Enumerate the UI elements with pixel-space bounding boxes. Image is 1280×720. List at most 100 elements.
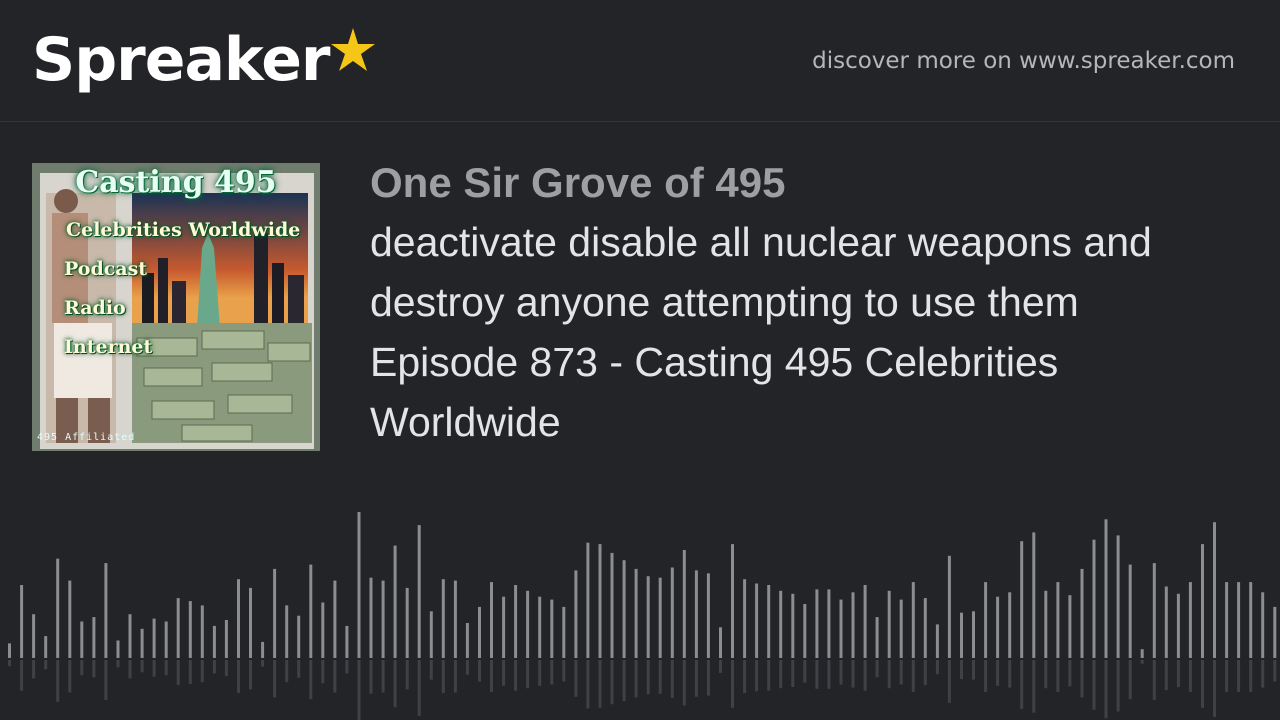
waveform-bar — [646, 576, 650, 658]
waveform-bar — [285, 605, 289, 658]
episode-info: One Sir Grove of 495 deactivate disable … — [370, 160, 1220, 452]
waveform-reflection — [490, 660, 493, 692]
waveform-reflection — [249, 660, 252, 690]
waveform-reflection — [333, 660, 337, 693]
waveform-reflection — [502, 660, 506, 686]
waveform-reflection — [984, 660, 988, 692]
waveform-bar — [417, 525, 421, 658]
waveform-reflection — [598, 660, 602, 708]
waveform-reflection — [405, 660, 409, 690]
waveform-reflection — [779, 660, 783, 689]
show-name[interactable]: One Sir Grove of 495 — [370, 160, 1220, 206]
waveform-reflection — [1116, 660, 1120, 712]
waveform-reflection — [104, 660, 108, 700]
waveform-bar — [706, 573, 710, 658]
audio-waveform[interactable] — [0, 500, 1280, 720]
waveform-reflection — [92, 660, 96, 678]
waveform-reflection — [996, 660, 1000, 686]
waveform-reflection — [574, 660, 578, 697]
waveform-reflection — [670, 660, 674, 698]
waveform-bar — [56, 558, 60, 658]
waveform-bar — [92, 617, 96, 658]
waveform-reflection — [586, 660, 590, 709]
waveform-reflection — [1056, 660, 1060, 692]
waveform-reflection — [1020, 660, 1024, 710]
cover-badge: 495 Affiliated — [37, 432, 136, 443]
waveform-bar — [610, 552, 614, 658]
waveform-reflection — [56, 660, 60, 702]
waveform-reflection — [562, 660, 566, 682]
waveform-reflection — [863, 660, 867, 691]
waveform-reflection — [152, 660, 156, 677]
waveform-bar — [188, 601, 192, 658]
waveform-reflection — [851, 660, 855, 688]
waveform-bar — [960, 612, 963, 658]
waveform-bar — [224, 620, 228, 658]
waveform-bar — [996, 596, 1000, 658]
discover-more-link[interactable]: discover more on www.spreaker.com — [812, 44, 1235, 78]
spreaker-logo[interactable]: Spreaker — [32, 24, 376, 96]
waveform-reflection — [224, 660, 228, 676]
waveform-bar — [694, 570, 698, 658]
waveform-bar — [791, 593, 795, 658]
waveform-reflection — [429, 660, 433, 680]
waveform-bar — [164, 621, 168, 658]
waveform-bar — [839, 599, 843, 658]
waveform-reflection — [357, 660, 361, 720]
waveform-reflection — [682, 660, 686, 706]
waveform-reflection — [1225, 660, 1229, 692]
waveform-reflection — [935, 660, 939, 675]
waveform-bar — [1128, 564, 1132, 658]
waveform-reflection — [1068, 660, 1072, 687]
top-bar: Spreaker discover more on www.spreaker.c… — [0, 0, 1280, 122]
waveform-bar — [381, 580, 385, 658]
waveform-bar — [526, 590, 530, 658]
waveform-bar — [827, 589, 831, 658]
waveform-reflection — [658, 660, 662, 694]
waveform-bar — [490, 582, 493, 658]
episode-title[interactable]: deactivate disable all nuclear weapons a… — [370, 212, 1220, 452]
waveform-reflection — [140, 660, 144, 673]
waveform-bar — [574, 570, 578, 658]
waveform-reflection — [1140, 660, 1144, 664]
waveform-bar — [586, 542, 590, 658]
cover-line-celebrities: Celebrities Worldwide — [66, 219, 301, 241]
waveform-bar — [1152, 563, 1156, 658]
waveform-reflection — [176, 660, 180, 686]
waveform-reflection — [706, 660, 710, 696]
waveform-bar — [1237, 582, 1241, 658]
waveform-reflection — [911, 660, 915, 692]
waveform-bar — [923, 598, 927, 658]
waveform-reflection — [1044, 660, 1048, 689]
waveform-reflection — [923, 660, 927, 686]
waveform-bar — [104, 563, 108, 658]
waveform-reflection — [1201, 660, 1204, 708]
waveform-reflection — [309, 660, 313, 700]
waveform-bar — [682, 550, 686, 658]
waveform-bar — [465, 623, 469, 658]
waveform-reflection — [815, 660, 819, 689]
waveform-bar — [1164, 586, 1168, 658]
waveform-reflection — [1092, 660, 1096, 710]
waveform-reflection — [791, 660, 795, 687]
waveform-reflection — [1080, 660, 1084, 698]
waveform-reflection — [369, 660, 373, 694]
waveform-reflection — [200, 660, 204, 683]
waveform-reflection — [345, 660, 349, 674]
waveform-bar — [44, 636, 48, 658]
waveform-bar — [393, 545, 397, 658]
waveform-bar — [357, 512, 361, 658]
waveform-reflection — [32, 660, 36, 679]
waveform-reflection — [188, 660, 192, 684]
waveform-reflection — [128, 660, 132, 679]
waveform-bar — [478, 606, 481, 658]
waveform-bar — [634, 568, 638, 658]
waveform-reflection — [20, 660, 24, 691]
waveform-bar — [1044, 590, 1048, 658]
waveform-bar — [1056, 582, 1060, 658]
waveform-reflection — [212, 660, 216, 674]
waveform-reflection — [755, 660, 759, 692]
waveform-reflection — [526, 660, 530, 689]
episode-cover-art[interactable]: Casting 495 Celebrities Worldwide Podcas… — [32, 163, 320, 451]
waveform-bar — [441, 579, 445, 658]
